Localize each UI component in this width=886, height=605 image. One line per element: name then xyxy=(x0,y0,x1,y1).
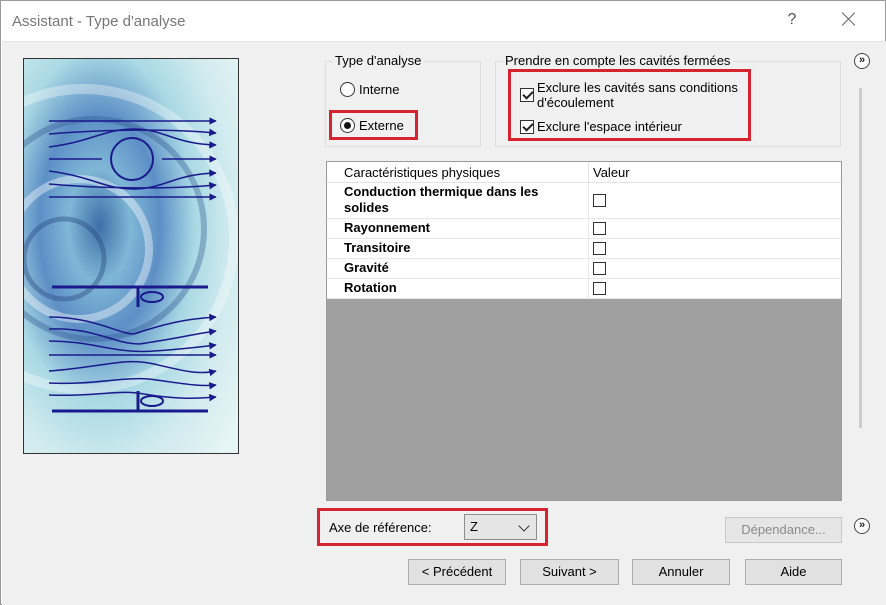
conduction-checkbox[interactable] xyxy=(593,194,606,207)
radio-interne-label: Interne xyxy=(359,82,400,97)
exclude-cavities-label-line2: d'écoulement xyxy=(537,95,614,110)
grid-row-label-line1: Conduction thermique dans les xyxy=(344,184,539,199)
grid-row-label: Rayonnement xyxy=(327,219,589,238)
grid-row-label-line2: solides xyxy=(344,200,389,215)
rotation-checkbox[interactable] xyxy=(593,282,606,295)
grid-row-rotation: Rotation xyxy=(327,279,841,299)
exclude-interior-option[interactable]: Exclure l'espace intérieur xyxy=(520,119,682,134)
grid-row-transient: Transitoire xyxy=(327,239,841,259)
cancel-button[interactable]: Annuler xyxy=(632,559,730,585)
transient-checkbox[interactable] xyxy=(593,242,606,255)
expand-bottom-button[interactable]: » xyxy=(854,518,870,534)
radio-interne-circle[interactable] xyxy=(340,82,355,97)
gravity-checkbox[interactable] xyxy=(593,262,606,275)
chevron-down-icon xyxy=(518,520,530,532)
closed-cavities-group: Prendre en compte les cavités fermées Ex… xyxy=(495,53,841,147)
radio-interne[interactable]: Interne xyxy=(340,82,399,97)
grid-rows: Conduction thermique dans les solides Ra… xyxy=(327,183,841,299)
grid-header-feature: Caractéristiques physiques xyxy=(327,162,589,182)
next-button[interactable]: Suivant > xyxy=(520,559,619,585)
grid-row-label: Gravité xyxy=(327,259,589,278)
previous-button[interactable]: < Précédent xyxy=(408,559,506,585)
grid-row-label: Conduction thermique dans les solides xyxy=(327,183,589,218)
reference-axis-value: Z xyxy=(470,519,478,534)
grid-row-conduction: Conduction thermique dans les solides xyxy=(327,183,841,219)
grid-row-label: Rotation xyxy=(327,279,589,298)
flow-illustration-graphic xyxy=(24,59,238,453)
grid-header-value: Valeur xyxy=(593,165,630,180)
exclude-cavities-option[interactable]: Exclure les cavités sans conditions d'éc… xyxy=(520,80,738,110)
exclude-cavities-label-line1: Exclure les cavités sans conditions xyxy=(537,80,738,95)
reference-axis-select[interactable]: Z xyxy=(464,514,537,540)
analysis-type-group: Type d'analyse Interne Externe xyxy=(325,53,481,147)
grid-row-radiation: Rayonnement xyxy=(327,219,841,239)
radio-externe-circle[interactable] xyxy=(340,118,355,133)
radio-externe[interactable]: Externe xyxy=(340,118,404,133)
closed-cavities-legend: Prendre en compte les cavités fermées xyxy=(502,53,734,68)
physical-features-grid: Caractéristiques physiques Valeur Conduc… xyxy=(326,161,842,501)
side-scrollbar[interactable] xyxy=(859,88,862,428)
help-title-button[interactable]: ? xyxy=(785,11,799,29)
wizard-window: Assistant - Type d'analyse ? Type d'anal… xyxy=(0,0,886,605)
title-bar: Assistant - Type d'analyse ? xyxy=(1,1,885,41)
close-icon[interactable] xyxy=(839,9,859,29)
analysis-type-legend: Type d'analyse xyxy=(332,53,425,68)
radio-externe-label: Externe xyxy=(359,118,404,133)
exclude-cavities-checkbox[interactable] xyxy=(520,88,534,102)
reference-axis-label: Axe de référence: xyxy=(329,520,432,535)
dialog-body: Type d'analyse Interne Externe Prendre e… xyxy=(2,41,886,605)
expand-top-button[interactable]: » xyxy=(854,53,870,69)
exclude-interior-label: Exclure l'espace intérieur xyxy=(537,119,682,134)
grid-header: Caractéristiques physiques Valeur xyxy=(327,162,841,183)
radiation-checkbox[interactable] xyxy=(593,222,606,235)
grid-row-gravity: Gravité xyxy=(327,259,841,279)
window-title: Assistant - Type d'analyse xyxy=(12,13,186,30)
flow-illustration xyxy=(23,58,239,454)
exclude-interior-checkbox[interactable] xyxy=(520,119,534,134)
help-button[interactable]: Aide xyxy=(745,559,842,585)
dependency-button[interactable]: Dépendance... xyxy=(725,517,842,543)
grid-row-label: Transitoire xyxy=(327,239,589,258)
